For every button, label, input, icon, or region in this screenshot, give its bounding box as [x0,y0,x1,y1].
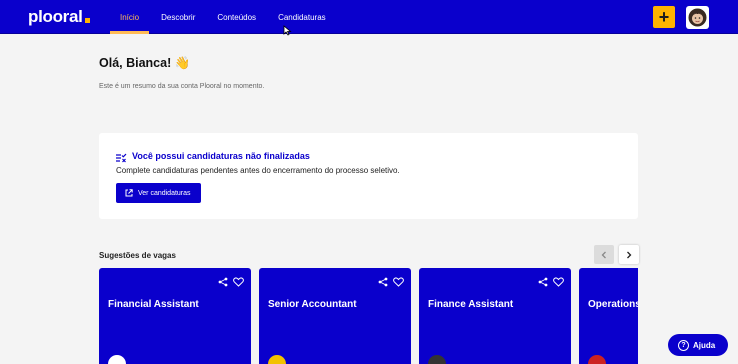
heart-icon[interactable] [553,277,564,287]
suggestions-title: Sugestões de vagas [99,251,176,260]
job-title: Senior Accountant [268,299,357,310]
nav-inicio[interactable]: Início [110,0,150,34]
brand-logo[interactable]: plooral [28,7,90,27]
job-card-actions [218,277,244,287]
company-logo [108,355,126,364]
view-applications-label: Ver candidaturas [138,189,191,197]
external-link-icon [125,189,133,197]
create-button[interactable]: + [653,6,675,28]
user-avatar[interactable] [686,6,709,29]
carousel-next-button[interactable] [619,245,639,264]
brand-name: plooral [28,7,83,26]
share-icon[interactable] [218,277,228,287]
job-card[interactable]: Senior Accountant [259,268,411,364]
pending-description: Complete candidaturas pendentes antes do… [116,166,400,175]
carousel-prev-button[interactable] [594,245,614,264]
help-button[interactable]: ? Ajuda [668,334,728,356]
job-card-actions [378,277,404,287]
brand-dot [84,18,90,23]
job-title: Operations [588,299,638,310]
top-bar: plooral Início Descobrir Conteúdos Candi… [0,0,738,36]
view-applications-button[interactable]: Ver candidaturas [116,183,201,203]
nav-candidaturas[interactable]: Candidaturas [268,0,336,34]
job-suggestions-carousel: Financial Assistant Senior Accountant Fi… [99,268,638,364]
mouse-cursor-icon [283,23,292,41]
page-subtitle: Este é um resumo da sua conta Plooral no… [99,83,265,90]
heart-icon[interactable] [233,277,244,287]
company-logo [588,355,606,364]
share-icon[interactable] [378,277,388,287]
help-circle-icon: ? [678,339,689,351]
job-card[interactable]: Operations [579,268,638,364]
page-title: Olá, Bianca! 👋 [99,56,191,70]
main-nav: Início Descobrir Conteúdos Candidaturas [110,0,338,34]
job-card[interactable]: Finance Assistant [419,268,571,364]
nav-descobrir[interactable]: Descobrir [151,0,205,34]
company-logo [428,355,446,364]
company-logo [268,355,286,364]
job-card[interactable]: Financial Assistant [99,268,251,364]
job-card-actions [538,277,564,287]
pending-applications-card: Você possui candidaturas não finalizadas… [99,133,638,219]
chevron-right-icon [627,251,632,258]
share-icon[interactable] [538,277,548,287]
pending-title: Você possui candidaturas não finalizadas [132,151,310,161]
nav-conteudos[interactable]: Conteúdos [207,0,266,34]
heart-icon[interactable] [393,277,404,287]
job-title: Financial Assistant [108,299,199,310]
help-label: Ajuda [693,340,716,350]
job-title: Finance Assistant [428,299,514,310]
chevron-left-icon [601,251,606,258]
